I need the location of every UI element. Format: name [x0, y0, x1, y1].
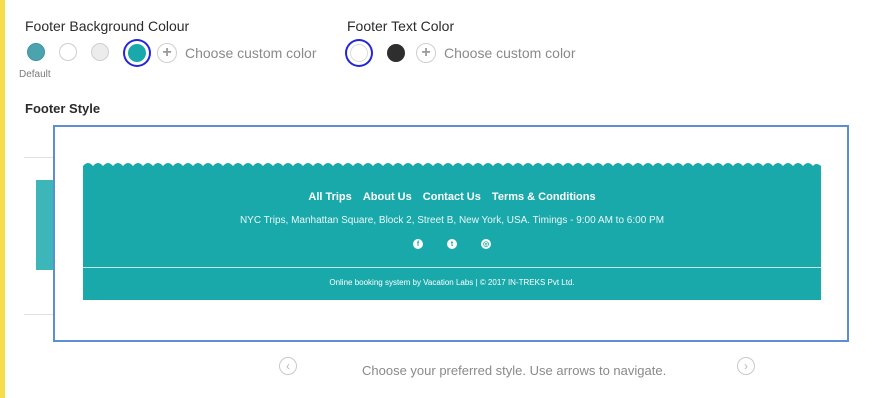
- plus-icon: +: [162, 44, 172, 61]
- footer-preview: All Trips About Us Contact Us Terms & Co…: [83, 163, 821, 300]
- footer-text-color-label: Footer Text Color: [347, 18, 455, 34]
- footer-divider: [83, 267, 821, 268]
- bg-swatch-default[interactable]: [27, 43, 45, 61]
- text-choose-custom-color-label[interactable]: Choose custom color: [444, 45, 576, 61]
- footer-style-label: Footer Style: [25, 101, 101, 116]
- footer-links: All Trips About Us Contact Us Terms & Co…: [83, 191, 821, 203]
- footer-link: Contact Us: [422, 191, 481, 203]
- footer-link: About Us: [362, 191, 412, 203]
- default-swatch-label: Default: [19, 69, 51, 80]
- bg-swatch-light-grey[interactable]: [91, 43, 109, 61]
- carousel-ghost-line: [24, 314, 54, 315]
- next-style-button[interactable]: ›: [737, 357, 755, 375]
- footer-link: All Trips: [308, 191, 352, 203]
- instagram-icon: ◎: [481, 239, 491, 249]
- footer-social-icons: f t ◎: [83, 239, 821, 249]
- facebook-icon: f: [413, 239, 423, 249]
- bg-add-custom-color-button[interactable]: +: [157, 43, 177, 63]
- footer-background-label: Footer Background Colour: [25, 18, 190, 34]
- footer-copyright: Online booking system by Vacation Labs |…: [329, 278, 575, 287]
- chevron-left-icon: ‹: [286, 359, 290, 373]
- bg-choose-custom-color-label[interactable]: Choose custom color: [185, 45, 317, 61]
- bg-swatch-white[interactable]: [59, 43, 77, 61]
- chevron-right-icon: ›: [744, 359, 748, 373]
- bg-swatch-teal-selected[interactable]: [128, 44, 146, 62]
- text-swatch-black[interactable]: [387, 44, 405, 62]
- footer-address: NYC Trips, Manhattan Square, Block 2, St…: [239, 215, 665, 226]
- text-add-custom-color-button[interactable]: +: [416, 43, 436, 63]
- wave-edge: [83, 163, 821, 172]
- style-helper-text: Choose your preferred style. Use arrows …: [362, 363, 667, 378]
- twitter-icon: t: [447, 239, 457, 249]
- plus-icon: +: [421, 44, 431, 61]
- text-swatch-white-selected[interactable]: [350, 44, 368, 62]
- footer-link: Terms & Conditions: [491, 191, 596, 203]
- left-accent-bar: [0, 0, 5, 398]
- carousel-ghost-line: [24, 157, 54, 158]
- prev-style-button[interactable]: ‹: [279, 357, 297, 375]
